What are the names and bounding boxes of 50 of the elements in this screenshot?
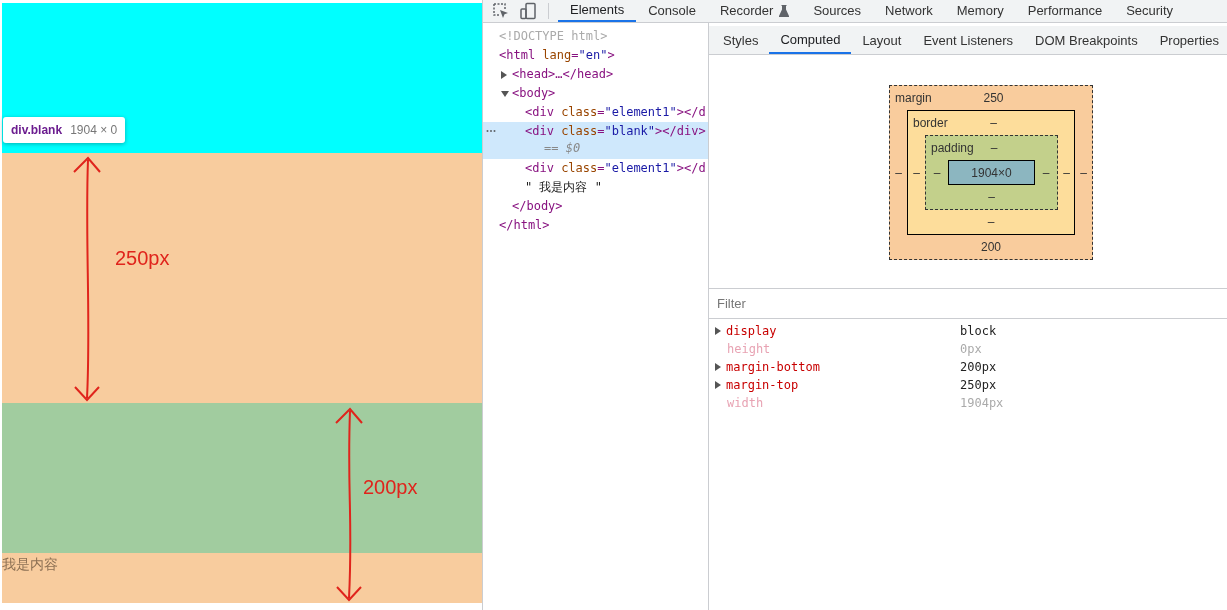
property-name: margin-top — [726, 378, 799, 392]
dom-node[interactable]: </html> — [483, 216, 708, 235]
property-value: 250px — [960, 378, 997, 392]
dom-node[interactable]: </body> — [483, 197, 708, 216]
property-name: height — [727, 342, 771, 356]
panel-tab[interactable]: Console — [636, 0, 708, 22]
element-tooltip: div.blank 1904 × 0 — [3, 117, 126, 143]
more-icon[interactable] — [486, 129, 496, 133]
expand-triangle-icon[interactable] — [501, 71, 507, 79]
property-name: margin-bottom — [726, 360, 820, 374]
pane-tab[interactable]: Styles — [712, 26, 770, 54]
panel-tab[interactable]: Elements — [558, 0, 637, 22]
annotation-label: 250px — [115, 247, 170, 270]
device-icon[interactable] — [519, 2, 537, 20]
expand-triangle-icon[interactable] — [715, 363, 721, 371]
expand-triangle-icon[interactable] — [715, 381, 721, 389]
pane-tab[interactable]: Computed — [769, 26, 852, 54]
annotation-label: 200px — [363, 476, 418, 499]
pane-tab[interactable]: DOM Breakpoints — [1024, 26, 1149, 54]
panel-tab[interactable]: Recorder — [707, 0, 802, 22]
panel-tab[interactable]: Performance — [1015, 0, 1115, 22]
pane-tab[interactable]: Properties — [1148, 26, 1227, 54]
expand-triangle-icon[interactable] — [501, 91, 509, 97]
panel-tab[interactable]: Network — [873, 0, 945, 22]
property-value: block — [960, 324, 997, 338]
filter-field[interactable]: Filter — [717, 296, 1227, 311]
dom-node[interactable]: <body> — [483, 84, 708, 103]
property-value: 0px — [960, 342, 982, 356]
dom-node[interactable]: <div class="blank"></div> == $0 — [483, 122, 708, 159]
property-value: 200px — [960, 360, 997, 374]
pane-tab[interactable]: Layout — [851, 26, 913, 54]
property-value: 1904px — [960, 396, 1004, 410]
panel-tab[interactable]: Memory — [944, 0, 1016, 22]
panel-tab[interactable]: Security — [1114, 0, 1186, 22]
expand-triangle-icon[interactable] — [715, 327, 721, 335]
panel-tab[interactable]: Sources — [801, 0, 874, 22]
inspect-icon[interactable] — [492, 2, 510, 20]
dom-node[interactable]: <div class="element1"></d — [483, 159, 708, 178]
padding-box: padding – – 1904×0 – – — [925, 135, 1058, 210]
content-text: 我是内容 — [2, 556, 58, 574]
dom-node[interactable]: <div class="element1"></d — [483, 103, 708, 122]
margin-box: margin 250 – border – – padding – – 1904×0 – – – – – 200 — [889, 85, 1093, 260]
border-box: border – – padding – – 1904×0 – – – – — [907, 110, 1075, 235]
content-box: 1904×0 — [948, 160, 1035, 185]
dom-node[interactable]: <html lang="en"> — [483, 46, 708, 65]
dom-node[interactable]: <head>…</head> — [483, 65, 708, 84]
property-name: width — [727, 396, 764, 410]
dom-node[interactable]: " 我是内容 " — [483, 178, 708, 197]
pane-tab[interactable]: Event Listeners — [912, 26, 1025, 54]
property-name: display — [726, 324, 777, 338]
